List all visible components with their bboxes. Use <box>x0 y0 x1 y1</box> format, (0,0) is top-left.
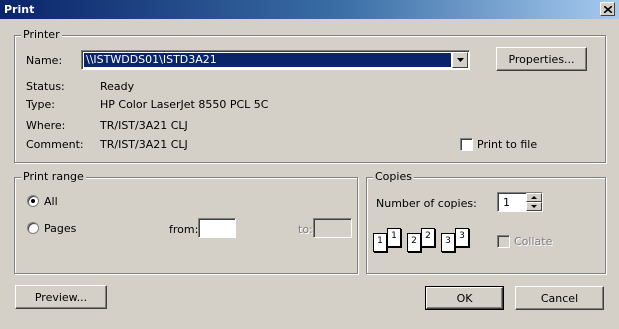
print-to-file-label[interactable]: Print to file <box>477 138 537 151</box>
collate-label: Collate <box>514 235 553 248</box>
collate-page: 3 <box>441 233 455 252</box>
pages-radio-label[interactable]: Pages <box>44 222 76 235</box>
from-label: from: <box>169 223 199 236</box>
close-button[interactable] <box>600 2 615 16</box>
print-to-file-checkbox[interactable] <box>460 138 473 151</box>
where-label: Where: <box>26 119 66 132</box>
status-value: Ready <box>100 80 135 93</box>
where-value: TR/IST/3A21 CLJ <box>100 119 188 132</box>
copies-group-label: Copies <box>373 170 414 183</box>
pages-radio[interactable] <box>27 222 39 234</box>
chevron-down-icon <box>531 205 537 208</box>
radio-selected-dot <box>31 199 35 203</box>
copies-group: Copies <box>366 171 606 274</box>
collate-checkbox <box>497 235 510 248</box>
printer-name-combo[interactable]: \\ISTWDDS01\ISTD3A21 <box>81 50 470 70</box>
chevron-down-icon <box>456 58 464 62</box>
combo-dropdown-button[interactable] <box>452 52 468 68</box>
copies-increment-button[interactable] <box>526 193 542 202</box>
preview-button[interactable]: Preview... <box>15 285 107 309</box>
chevron-up-icon <box>531 196 537 199</box>
name-label: Name: <box>26 54 63 67</box>
from-input[interactable] <box>198 218 236 238</box>
type-label: Type: <box>26 98 55 111</box>
number-of-copies-label: Number of copies: <box>376 197 477 210</box>
status-label: Status: <box>26 80 65 93</box>
comment-label: Comment: <box>26 138 84 151</box>
all-radio[interactable] <box>27 195 39 207</box>
printer-name-value: \\ISTWDDS01\ISTD3A21 <box>84 53 451 67</box>
title-bar: Print <box>0 0 619 19</box>
printer-group-label: Printer <box>21 28 62 41</box>
collate-page: 2 <box>421 228 435 247</box>
properties-button[interactable]: Properties... <box>496 47 587 71</box>
copies-decrement-button[interactable] <box>526 202 542 211</box>
copies-value: 1 <box>503 196 510 209</box>
ok-button[interactable]: OK <box>425 286 504 310</box>
collate-page: 3 <box>455 228 469 247</box>
cancel-button[interactable]: Cancel <box>515 286 604 310</box>
close-icon <box>603 5 612 13</box>
comment-value: TR/IST/3A21 CLJ <box>100 138 188 151</box>
to-input <box>313 218 352 238</box>
type-value: HP Color LaserJet 8550 PCL 5C <box>100 98 269 111</box>
collate-page: 2 <box>407 233 421 252</box>
collate-page: 1 <box>373 233 387 252</box>
collate-page: 1 <box>387 228 401 247</box>
all-radio-label[interactable]: All <box>44 195 58 208</box>
to-label: to: <box>298 223 313 236</box>
print-range-group-label: Print range <box>21 170 86 183</box>
window-title: Print <box>4 3 35 16</box>
